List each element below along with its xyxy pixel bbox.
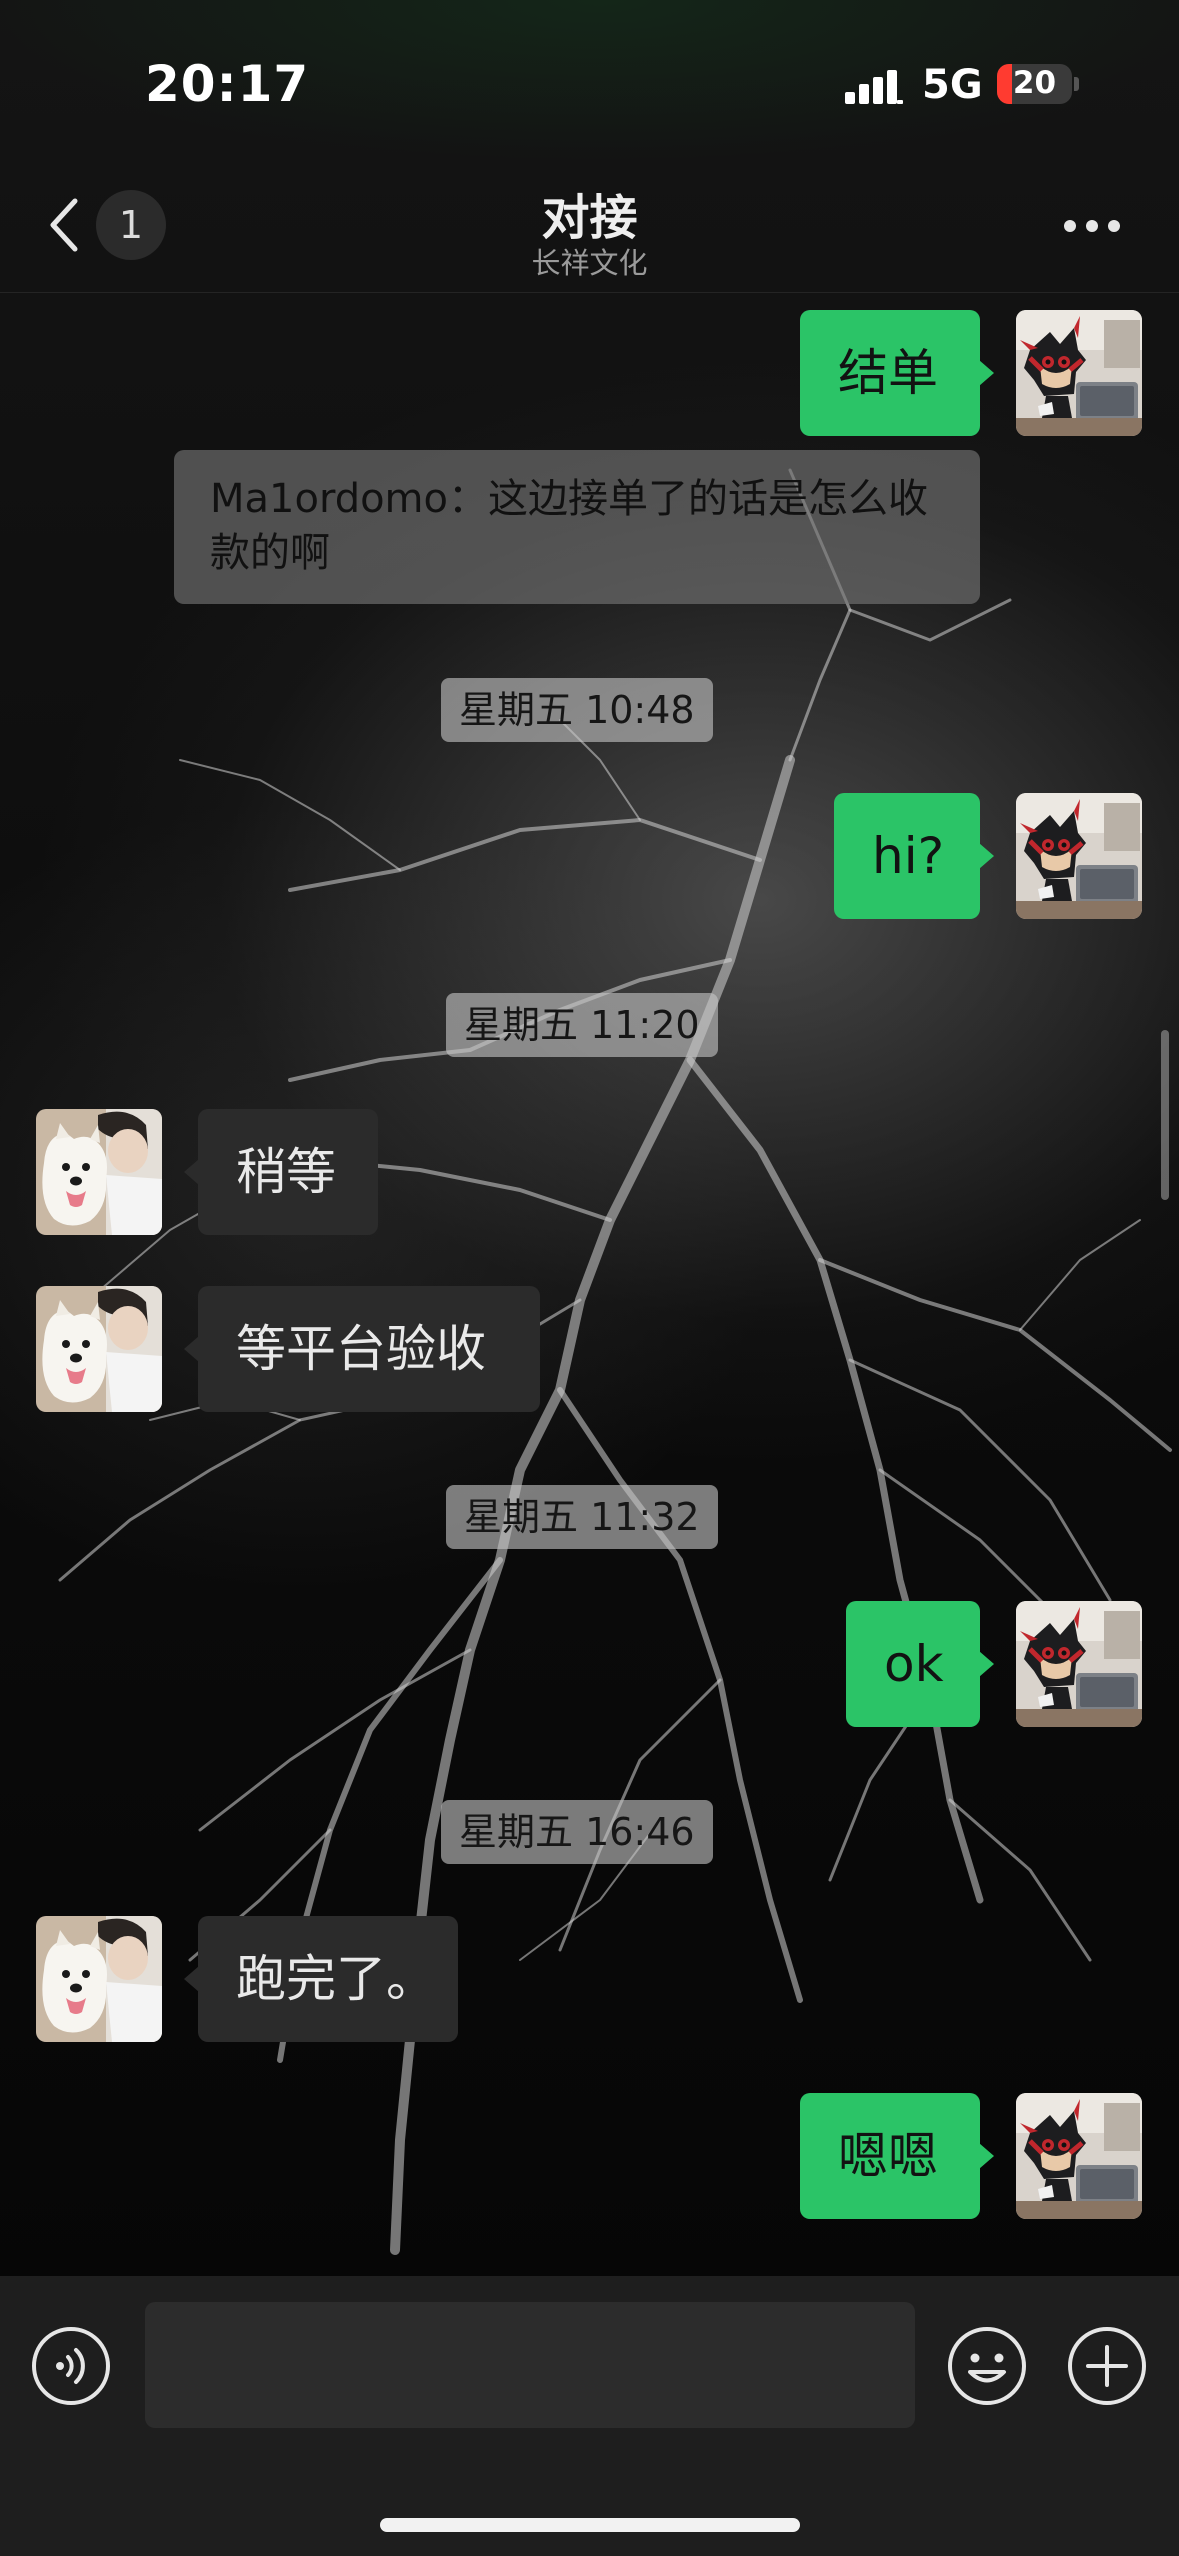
message-input[interactable] <box>145 2302 915 2428</box>
incoming-message-bubble[interactable]: 稍等 <box>184 1109 378 1235</box>
contact-avatar[interactable] <box>36 1286 162 1412</box>
status-time: 20:17 <box>145 55 310 113</box>
outgoing-message-bubble[interactable]: 嗯嗯 <box>800 2093 994 2219</box>
samoyed-avatar-art <box>36 1916 162 2042</box>
self-avatar[interactable] <box>1016 1601 1142 1727</box>
message-text: 结单 <box>838 344 938 402</box>
hedgehog-avatar-art <box>1016 793 1142 919</box>
network-type: 5G <box>922 62 983 108</box>
timestamp-label: 星期五 11:32 <box>446 1485 718 1549</box>
timestamp-label: 星期五 11:20 <box>446 993 718 1057</box>
self-avatar[interactable] <box>1016 2093 1142 2219</box>
timestamp-label: 星期五 16:46 <box>441 1800 713 1864</box>
hedgehog-avatar-art <box>1016 2093 1142 2219</box>
emoji-icon[interactable] <box>946 2325 1028 2407</box>
battery-level: 20 <box>1012 65 1057 101</box>
samoyed-avatar-art <box>36 1286 162 1412</box>
outgoing-message-bubble[interactable]: ok <box>846 1601 994 1727</box>
ellipsis-icon[interactable] <box>1060 212 1124 240</box>
self-avatar[interactable] <box>1016 793 1142 919</box>
message-text: 稍等 <box>236 1143 336 1201</box>
battery-indicator: 20 <box>997 64 1072 104</box>
battery-cap <box>1074 77 1079 91</box>
message-text: hi? <box>872 827 945 885</box>
outgoing-message-bubble[interactable]: hi? <box>834 793 994 919</box>
chat-subtitle: 长祥文化 <box>531 246 648 280</box>
home-indicator[interactable] <box>380 2518 800 2532</box>
quoted-message[interactable]: Ma1ordomo：这边接单了的话是怎么收款的啊 <box>174 450 980 604</box>
outgoing-message-bubble[interactable]: 结单 <box>800 310 994 436</box>
message-text: 等平台验收 <box>236 1320 486 1378</box>
self-avatar[interactable] <box>1016 310 1142 436</box>
hedgehog-avatar-art <box>1016 1601 1142 1727</box>
message-text: 跑完了。 <box>236 1950 436 2008</box>
samoyed-avatar-art <box>36 1109 162 1235</box>
cellular-signal-icon <box>845 70 903 104</box>
nav-divider <box>0 292 1179 293</box>
incoming-message-bubble[interactable]: 等平台验收 <box>184 1286 540 1412</box>
timestamp-label: 星期五 10:48 <box>441 678 713 742</box>
message-text: 嗯嗯 <box>838 2127 938 2185</box>
message-text: ok <box>884 1635 944 1693</box>
chat-title: 对接 <box>541 190 638 246</box>
incoming-message-bubble[interactable]: 跑完了。 <box>184 1916 458 2042</box>
hedgehog-avatar-art <box>1016 310 1142 436</box>
contact-avatar[interactable] <box>36 1109 162 1235</box>
plus-icon[interactable] <box>1066 2325 1148 2407</box>
voice-icon[interactable] <box>30 2325 112 2407</box>
scrollbar[interactable] <box>1161 1030 1169 1200</box>
contact-avatar[interactable] <box>36 1916 162 2042</box>
